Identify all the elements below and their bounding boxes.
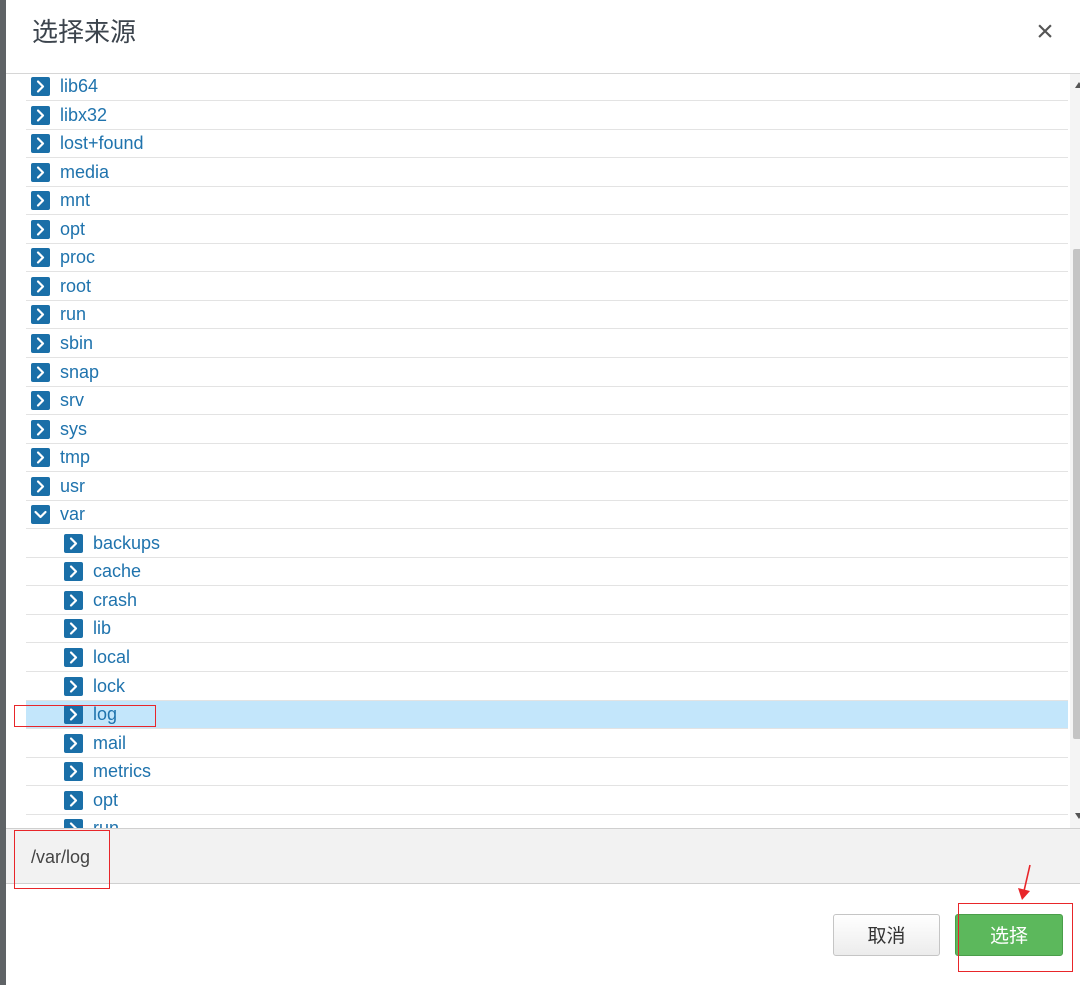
tree-item-label[interactable]: lib	[93, 617, 111, 639]
tree-row-child[interactable]: metrics	[26, 758, 1068, 787]
tree-row[interactable]: mnt	[26, 187, 1068, 216]
tree-row[interactable]: usr	[26, 473, 1068, 501]
tree-row-child[interactable]: crash	[26, 587, 1068, 615]
select-source-dialog: 选择来源 × lib64 libx32 lost+found media mnt opt p…	[6, 0, 1080, 985]
tree-row[interactable]: srv	[26, 387, 1068, 416]
tree-row-child[interactable]: run	[26, 815, 1068, 828]
chevron-right-icon[interactable]	[31, 191, 50, 211]
tree-row[interactable]: libx32	[26, 102, 1068, 130]
selected-path-bar: /var/log	[6, 828, 1080, 884]
tree-item-label[interactable]: local	[93, 646, 130, 668]
chevron-right-icon[interactable]	[31, 333, 50, 353]
tree-item-label[interactable]: var	[60, 503, 85, 525]
chevron-right-icon[interactable]	[64, 590, 83, 610]
tree-item-label[interactable]: mnt	[60, 189, 90, 211]
tree-row-child[interactable]: lib	[26, 615, 1068, 644]
tree-item-label[interactable]: srv	[60, 389, 84, 411]
chevron-right-icon[interactable]	[31, 77, 50, 96]
chevron-right-icon[interactable]	[31, 276, 50, 296]
dialog-header: 选择来源 ×	[6, 0, 1080, 74]
tree-row-child[interactable]: backups	[26, 530, 1068, 558]
chevron-right-icon[interactable]	[64, 819, 83, 828]
chevron-right-icon[interactable]	[64, 562, 83, 582]
tree-item-label[interactable]: sys	[60, 418, 87, 440]
tree-item-label[interactable]: tmp	[60, 446, 90, 468]
scroll-down-arrow-icon[interactable]	[1075, 813, 1080, 819]
annotation-box-select	[958, 903, 1073, 972]
tree-item-label[interactable]: lost+found	[60, 132, 144, 154]
chevron-right-icon[interactable]	[64, 790, 83, 810]
chevron-right-icon[interactable]	[64, 619, 83, 639]
tree-row[interactable]: root	[26, 273, 1068, 301]
tree-row[interactable]: tmp	[26, 444, 1068, 473]
chevron-right-icon[interactable]	[31, 419, 50, 439]
chevron-right-icon[interactable]	[31, 219, 50, 239]
chevron-right-icon[interactable]	[31, 362, 50, 382]
tree-item-label[interactable]: media	[60, 161, 109, 183]
tree-item-label[interactable]: proc	[60, 246, 95, 268]
annotation-arrow-icon	[1018, 864, 1031, 900]
cancel-button[interactable]: 取消	[833, 914, 940, 956]
chevron-right-icon[interactable]	[31, 162, 50, 182]
tree-row[interactable]: media	[26, 159, 1068, 187]
chevron-right-icon[interactable]	[31, 134, 50, 154]
tree-item-label[interactable]: snap	[60, 361, 99, 383]
tree-item-label[interactable]: mail	[93, 732, 126, 754]
annotation-box-log	[14, 705, 156, 727]
chevron-right-icon[interactable]	[31, 391, 50, 411]
tree-item-label[interactable]: usr	[60, 475, 85, 497]
chevron-right-icon[interactable]	[31, 105, 50, 125]
annotation-box-path	[14, 830, 110, 889]
chevron-right-icon[interactable]	[31, 476, 50, 496]
tree-item-label[interactable]: libx32	[60, 104, 107, 126]
chevron-right-icon[interactable]	[31, 248, 50, 268]
tree-item-label[interactable]: opt	[60, 218, 85, 240]
tree-item-label[interactable]: cache	[93, 560, 141, 582]
tree-row-child[interactable]: log	[26, 701, 1068, 730]
chevron-right-icon[interactable]	[64, 762, 83, 782]
tree-item-label[interactable]: run	[93, 817, 119, 828]
tree-row[interactable]: var	[26, 501, 1068, 530]
tree-item-label[interactable]: backups	[93, 532, 160, 554]
chevron-right-icon[interactable]	[31, 305, 50, 325]
tree-item-label[interactable]: sbin	[60, 332, 93, 354]
tree-row-child[interactable]: cache	[26, 558, 1068, 587]
tree-row[interactable]: sbin	[26, 330, 1068, 358]
chevron-down-icon[interactable]	[31, 505, 50, 525]
chevron-right-icon[interactable]	[64, 676, 83, 696]
chevron-right-icon[interactable]	[64, 533, 83, 553]
tree-item-label[interactable]: opt	[93, 789, 118, 811]
tree-scrollbar[interactable]	[1070, 74, 1080, 828]
directory-tree: lib64 libx32 lost+found media mnt opt proc root…	[26, 74, 1068, 828]
tree-row[interactable]: lib64	[26, 74, 1068, 101]
scroll-up-arrow-icon[interactable]	[1075, 82, 1080, 88]
close-icon[interactable]: ×	[1030, 16, 1060, 48]
dialog-title: 选择来源	[32, 18, 137, 48]
tree-row[interactable]: sys	[26, 416, 1068, 444]
chevron-right-icon[interactable]	[64, 648, 83, 667]
tree-item-label[interactable]: lib64	[60, 75, 98, 97]
chevron-right-icon[interactable]	[64, 733, 83, 753]
tree-row-child[interactable]: opt	[26, 787, 1068, 815]
tree-row-child[interactable]: mail	[26, 730, 1068, 758]
tree-row[interactable]: opt	[26, 216, 1068, 244]
chevron-right-icon[interactable]	[31, 448, 50, 468]
tree-item-label[interactable]: lock	[93, 675, 125, 697]
tree-row-child[interactable]: lock	[26, 673, 1068, 701]
tree-row[interactable]: proc	[26, 244, 1068, 273]
scrollbar-thumb[interactable]	[1073, 249, 1080, 739]
tree-item-label[interactable]: crash	[93, 589, 137, 611]
tree-item-label[interactable]: run	[60, 303, 86, 325]
tree-row-child[interactable]: local	[26, 644, 1068, 672]
tree-row[interactable]: snap	[26, 359, 1068, 387]
tree-item-label[interactable]: metrics	[93, 760, 151, 782]
tree-row[interactable]: run	[26, 301, 1068, 330]
tree-row[interactable]: lost+found	[26, 130, 1068, 159]
tree-item-label[interactable]: root	[60, 275, 91, 297]
